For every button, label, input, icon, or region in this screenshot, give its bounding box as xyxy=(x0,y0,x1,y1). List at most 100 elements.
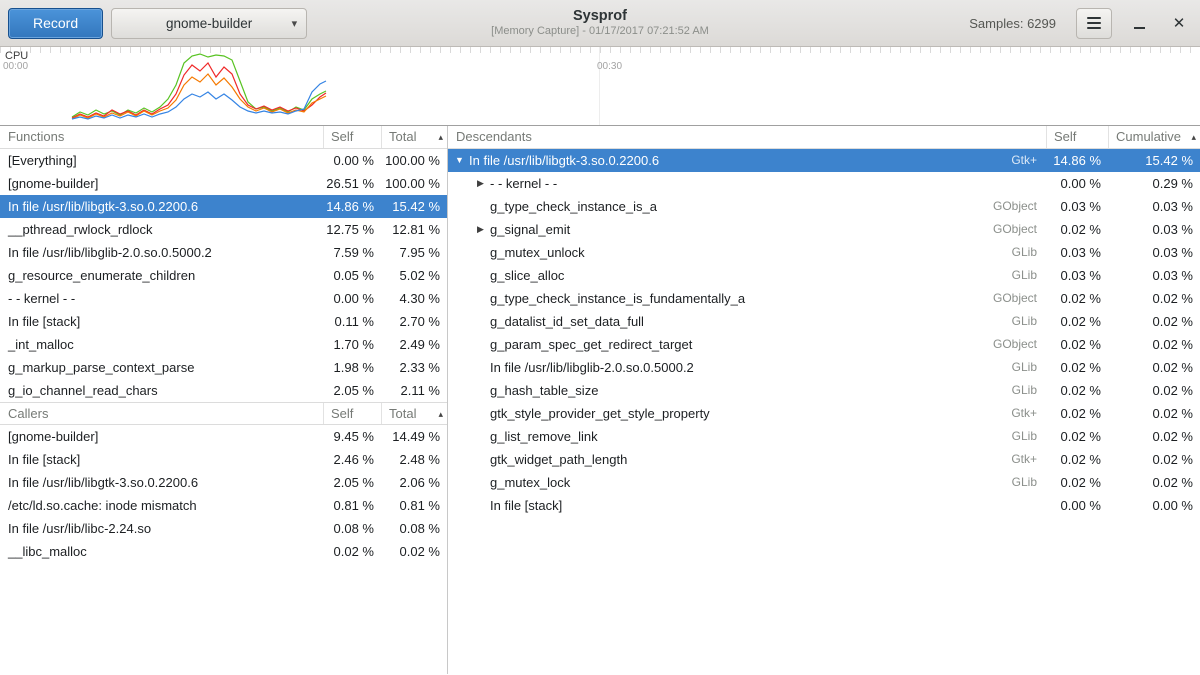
table-row[interactable]: In file /usr/lib/libgtk-3.so.0.2200.614.… xyxy=(0,195,447,218)
cumulative-value: 0.02 % xyxy=(1108,425,1200,448)
tree-row[interactable]: g_mutex_unlockGLib0.03 %0.03 % xyxy=(448,241,1200,264)
menu-button[interactable] xyxy=(1076,8,1112,39)
total-value: 0.02 % xyxy=(381,540,447,563)
expander-spacer xyxy=(473,333,488,356)
process-selector[interactable]: gnome-builder ▾ xyxy=(111,8,307,39)
column-header-cumulative[interactable]: Cumulative ▴ xyxy=(1108,126,1200,148)
process-selector-label: gnome-builder xyxy=(166,16,252,31)
function-name: In file [stack] xyxy=(488,494,1037,517)
minimize-button[interactable] xyxy=(1126,10,1152,36)
time-label-mid: 00:30 xyxy=(597,61,622,72)
function-name: In file /usr/lib/libglib-2.0.so.0.5000.2 xyxy=(0,241,323,264)
self-value: 0.03 % xyxy=(1046,195,1108,218)
tree-row[interactable]: g_type_check_instance_is_fundamentally_a… xyxy=(448,287,1200,310)
function-name: In file /usr/lib/libglib-2.0.so.0.5000.2 xyxy=(488,356,1012,379)
total-value: 2.06 % xyxy=(381,471,447,494)
column-header-callers[interactable]: Callers xyxy=(0,403,323,424)
table-row[interactable]: g_markup_parse_context_parse1.98 %2.33 % xyxy=(0,356,447,379)
self-value: 0.02 % xyxy=(1046,356,1108,379)
tree-row[interactable]: ▶g_signal_emitGObject0.02 %0.03 % xyxy=(448,218,1200,241)
total-value: 2.48 % xyxy=(381,448,447,471)
table-row[interactable]: _int_malloc1.70 %2.49 % xyxy=(0,333,447,356)
self-value: 14.86 % xyxy=(323,195,381,218)
column-header-self[interactable]: Self xyxy=(323,126,381,148)
record-button[interactable]: Record xyxy=(8,8,103,39)
expander-icon[interactable]: ▶ xyxy=(473,172,488,195)
table-row[interactable]: g_resource_enumerate_children0.05 %5.02 … xyxy=(0,264,447,287)
table-row[interactable]: /etc/ld.so.cache: inode mismatch0.81 %0.… xyxy=(0,494,447,517)
cpu-graph[interactable]: CPU 00:00 00:30 xyxy=(0,47,1200,126)
table-row[interactable]: g_io_channel_read_chars2.05 %2.11 % xyxy=(0,379,447,402)
tree-row[interactable]: gtk_style_provider_get_style_propertyGtk… xyxy=(448,402,1200,425)
column-header-functions[interactable]: Functions xyxy=(0,126,323,148)
cpu-red-line xyxy=(72,63,326,118)
library-category: GLib xyxy=(1012,425,1046,448)
expander-spacer xyxy=(473,448,488,471)
table-row[interactable]: [gnome-builder]9.45 %14.49 % xyxy=(0,425,447,448)
library-category: GObject xyxy=(993,195,1046,218)
expander-icon[interactable]: ▶ xyxy=(473,218,488,241)
tree-row[interactable]: g_datalist_id_set_data_fullGLib0.02 %0.0… xyxy=(448,310,1200,333)
self-value: 0.03 % xyxy=(1046,241,1108,264)
function-name: g_type_check_instance_is_a xyxy=(488,195,993,218)
table-row[interactable]: In file [stack]2.46 %2.48 % xyxy=(0,448,447,471)
expander-spacer xyxy=(473,287,488,310)
table-row[interactable]: [Everything]0.00 %100.00 % xyxy=(0,149,447,172)
expander-icon[interactable]: ▼ xyxy=(452,149,467,172)
function-name: g_io_channel_read_chars xyxy=(0,379,323,402)
self-value: 0.02 % xyxy=(1046,402,1108,425)
tree-row[interactable]: In file /usr/lib/libglib-2.0.so.0.5000.2… xyxy=(448,356,1200,379)
table-row[interactable]: In file /usr/lib/libgtk-3.so.0.2200.62.0… xyxy=(0,471,447,494)
tree-row[interactable]: g_type_check_instance_is_aGObject0.03 %0… xyxy=(448,195,1200,218)
tree-row[interactable]: g_slice_allocGLib0.03 %0.03 % xyxy=(448,264,1200,287)
library-category: Gtk+ xyxy=(1011,149,1046,172)
tree-row[interactable]: ▶- - kernel - -0.00 %0.29 % xyxy=(448,172,1200,195)
table-row[interactable]: In file /usr/lib/libglib-2.0.so.0.5000.2… xyxy=(0,241,447,264)
right-pane: Descendants Self Cumulative ▴ ▼In file /… xyxy=(448,126,1200,674)
tree-row[interactable]: ▼In file /usr/lib/libgtk-3.so.0.2200.6Gt… xyxy=(448,149,1200,172)
self-value: 0.02 % xyxy=(1046,379,1108,402)
tree-row[interactable]: gtk_widget_path_lengthGtk+0.02 %0.02 % xyxy=(448,448,1200,471)
table-row[interactable]: [gnome-builder]26.51 %100.00 % xyxy=(0,172,447,195)
column-header-total[interactable]: Total ▴ xyxy=(381,403,447,424)
tree-row[interactable]: In file [stack]0.00 %0.00 % xyxy=(448,494,1200,517)
cumulative-value: 0.02 % xyxy=(1108,333,1200,356)
expander-spacer xyxy=(473,310,488,333)
function-name: gtk_widget_path_length xyxy=(488,448,1011,471)
table-row[interactable]: - - kernel - -0.00 %4.30 % xyxy=(0,287,447,310)
close-button[interactable]: ✕ xyxy=(1166,10,1192,36)
self-value: 0.00 % xyxy=(323,287,381,310)
table-row[interactable]: In file [stack]0.11 %2.70 % xyxy=(0,310,447,333)
library-category: GLib xyxy=(1012,379,1046,402)
library-category: GLib xyxy=(1012,241,1046,264)
library-category: GLib xyxy=(1012,264,1046,287)
function-name: - - kernel - - xyxy=(0,287,323,310)
library-category xyxy=(1037,494,1046,517)
table-row[interactable]: __libc_malloc0.02 %0.02 % xyxy=(0,540,447,563)
column-header-cumulative-label: Cumulative xyxy=(1116,126,1181,148)
expander-spacer xyxy=(473,402,488,425)
table-row[interactable]: __pthread_rwlock_rdlock12.75 %12.81 % xyxy=(0,218,447,241)
tree-row[interactable]: g_mutex_lockGLib0.02 %0.02 % xyxy=(448,471,1200,494)
column-header-descendants[interactable]: Descendants xyxy=(448,126,1046,148)
total-value: 12.81 % xyxy=(381,218,447,241)
cumulative-value: 0.02 % xyxy=(1108,356,1200,379)
total-value: 2.49 % xyxy=(381,333,447,356)
self-value: 0.00 % xyxy=(323,149,381,172)
column-header-self[interactable]: Self xyxy=(323,403,381,424)
function-name: __libc_malloc xyxy=(0,540,323,563)
function-name: /etc/ld.so.cache: inode mismatch xyxy=(0,494,323,517)
self-value: 0.02 % xyxy=(1046,448,1108,471)
cumulative-value: 15.42 % xyxy=(1108,149,1200,172)
function-name: [gnome-builder] xyxy=(0,425,323,448)
column-header-total[interactable]: Total ▴ xyxy=(381,126,447,148)
tree-row[interactable]: g_hash_table_sizeGLib0.02 %0.02 % xyxy=(448,379,1200,402)
table-row[interactable]: In file /usr/lib/libc-2.24.so0.08 %0.08 … xyxy=(0,517,447,540)
column-header-self[interactable]: Self xyxy=(1046,126,1108,148)
expander-spacer xyxy=(473,494,488,517)
library-category: GObject xyxy=(993,333,1046,356)
total-value: 100.00 % xyxy=(381,172,447,195)
tree-row[interactable]: g_list_remove_linkGLib0.02 %0.02 % xyxy=(448,425,1200,448)
self-value: 0.02 % xyxy=(323,540,381,563)
tree-row[interactable]: g_param_spec_get_redirect_targetGObject0… xyxy=(448,333,1200,356)
